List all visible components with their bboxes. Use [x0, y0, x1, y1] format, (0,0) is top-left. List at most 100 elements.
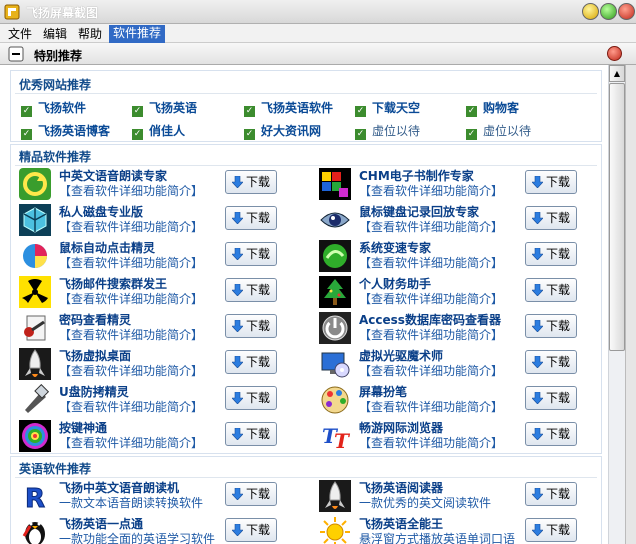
download-button[interactable]: 下载: [225, 278, 277, 302]
download-button[interactable]: 下载: [525, 350, 577, 374]
download-button[interactable]: 下载: [525, 482, 577, 506]
software-desc-link[interactable]: 【查看软件详细功能简介】: [359, 254, 503, 271]
download-button[interactable]: 下载: [225, 350, 277, 374]
radiation-icon: [19, 276, 51, 308]
cube-icon: [19, 204, 51, 236]
download-arrow-icon: [232, 212, 243, 224]
english-section: 英语软件推荐 R 飞扬中英文语音朗读机 一款文本语音朗读转换软件 下载 飞扬英语阅读器一…: [10, 456, 602, 544]
check-icon: ✓: [466, 129, 477, 140]
app-logo-icon: [4, 4, 20, 20]
download-button-label: 下载: [245, 175, 270, 189]
maximize-button[interactable]: [600, 3, 617, 20]
download-button[interactable]: 下载: [525, 206, 577, 230]
svg-text:T: T: [334, 429, 351, 452]
site-link-haoda-news[interactable]: ✓ 好大资讯网: [244, 122, 321, 140]
download-button[interactable]: 下载: [525, 242, 577, 266]
download-button[interactable]: 下载: [525, 278, 577, 302]
software-desc-link[interactable]: 一款文本语音朗读转换软件: [59, 494, 203, 511]
software-desc-link[interactable]: 悬浮窗方式播放英语单词口语: [359, 530, 515, 544]
site-link-qiaojiaren[interactable]: ✓ 俏佳人: [132, 122, 185, 140]
download-button[interactable]: 下载: [525, 170, 577, 194]
close-button[interactable]: [618, 3, 635, 20]
software-desc-link[interactable]: 【查看软件详细功能简介】: [59, 290, 203, 307]
check-icon: ✓: [132, 106, 143, 117]
download-button[interactable]: 下载: [525, 518, 577, 542]
vertical-scrollbar[interactable]: ▲: [608, 65, 625, 544]
software-section: 精品软件推荐 中英文语音朗读专家 【查看软件详细功能简介】 下载 CHM电子书制作专家…: [10, 144, 602, 454]
menu-bar: 文件 编辑 帮助 软件推荐: [0, 24, 636, 43]
menu-edit[interactable]: 编辑: [41, 26, 69, 42]
site-link-feiyang-software[interactable]: ✓ 飞扬软件: [21, 99, 86, 117]
english-section-title: 英语软件推荐: [19, 462, 92, 476]
software-desc-link[interactable]: 【查看软件详细功能简介】: [59, 362, 203, 379]
software-desc-link[interactable]: 【查看软件详细功能简介】: [59, 326, 203, 343]
download-button-label: 下载: [245, 283, 270, 297]
download-button-label: 下载: [545, 211, 570, 225]
download-button-label: 下载: [245, 487, 270, 501]
download-button-label: 下载: [245, 319, 270, 333]
r-letter-icon: R: [19, 480, 51, 512]
software-desc-link[interactable]: 一款功能全面的英语学习软件: [59, 530, 215, 544]
panel-title: 特别推荐: [34, 49, 83, 63]
site-link-vacant[interactable]: ✓ 虚位以待: [466, 122, 531, 140]
download-arrow-icon: [532, 524, 543, 536]
menu-software-recommend[interactable]: 软件推荐: [109, 25, 166, 43]
software-desc-link[interactable]: 【查看软件详细功能简介】: [59, 254, 203, 271]
download-button[interactable]: 下载: [225, 422, 277, 446]
site-link-feiyang-english-software[interactable]: ✓ 飞扬英语软件: [244, 99, 333, 117]
download-button-label: 下载: [545, 523, 570, 537]
download-button[interactable]: 下载: [225, 482, 277, 506]
software-desc-link[interactable]: 【查看软件详细功能简介】: [359, 434, 503, 451]
site-link-shopping[interactable]: ✓ 购物客: [466, 99, 519, 117]
download-button-label: 下载: [245, 427, 270, 441]
download-arrow-icon: [232, 176, 243, 188]
tree-icon: [319, 276, 351, 308]
download-button[interactable]: 下载: [225, 518, 277, 542]
software-desc-link[interactable]: 【查看软件详细功能简介】: [59, 218, 203, 235]
download-button-label: 下载: [545, 427, 570, 441]
download-button[interactable]: 下载: [525, 314, 577, 338]
download-button[interactable]: 下载: [225, 206, 277, 230]
download-button-label: 下载: [245, 355, 270, 369]
site-link-feiyang-english[interactable]: ✓ 飞扬英语: [132, 99, 197, 117]
software-desc-link[interactable]: 【查看软件详细功能简介】: [359, 218, 503, 235]
download-button[interactable]: 下载: [525, 386, 577, 410]
download-button[interactable]: 下载: [225, 386, 277, 410]
download-button[interactable]: 下载: [225, 314, 277, 338]
site-link-download-sky[interactable]: ✓ 下载天空: [355, 99, 420, 117]
site-link-vacant[interactable]: ✓ 虚位以待: [355, 122, 420, 140]
download-button[interactable]: 下载: [225, 242, 277, 266]
menu-help[interactable]: 帮助: [76, 26, 104, 42]
software-desc-link[interactable]: 【查看软件详细功能简介】: [359, 326, 503, 343]
download-arrow-icon: [232, 248, 243, 260]
panel-close-button[interactable]: [607, 46, 622, 61]
software-desc-link[interactable]: 【查看软件详细功能简介】: [59, 434, 203, 451]
check-icon: ✓: [244, 106, 255, 117]
check-icon: ✓: [466, 106, 477, 117]
minimize-button[interactable]: [582, 3, 599, 20]
software-desc-link[interactable]: 【查看软件详细功能简介】: [359, 362, 503, 379]
software-desc-link[interactable]: 【查看软件详细功能简介】: [359, 290, 503, 307]
software-desc-link[interactable]: 一款优秀的英文阅读软件: [359, 494, 491, 511]
svg-text:R: R: [25, 484, 45, 512]
site-link-english-blog[interactable]: ✓ 飞扬英语博客: [21, 122, 110, 140]
scroll-thumb[interactable]: [609, 83, 625, 351]
rocket-icon: [319, 480, 351, 512]
app-window: 飞扬屏幕截图 文件 编辑 帮助 软件推荐 特别推荐 优秀网站推荐 ✓ 飞扬软件 ✓…: [0, 0, 636, 544]
menu-file[interactable]: 文件: [6, 26, 34, 42]
software-desc-link[interactable]: 【查看软件详细功能简介】: [359, 182, 503, 199]
download-button[interactable]: 下载: [525, 422, 577, 446]
download-button[interactable]: 下载: [225, 170, 277, 194]
panel-toggle-icon[interactable]: [8, 46, 24, 62]
power-icon: [319, 312, 351, 344]
title-bar[interactable]: 飞扬屏幕截图: [0, 0, 636, 24]
scroll-up-button[interactable]: ▲: [609, 65, 625, 82]
sites-section: 优秀网站推荐 ✓ 飞扬软件 ✓ 飞扬英语 ✓ 飞扬英语软件 ✓ 下载天空 ✓ 购物客 ✓ 飞…: [10, 70, 602, 142]
software-desc-link[interactable]: 【查看软件详细功能简介】: [59, 182, 203, 199]
software-desc-link[interactable]: 【查看软件详细功能简介】: [359, 398, 503, 415]
software-desc-link[interactable]: 【查看软件详细功能简介】: [59, 398, 203, 415]
download-arrow-icon: [232, 524, 243, 536]
window-title: 飞扬屏幕截图: [26, 6, 99, 20]
download-button-label: 下载: [245, 391, 270, 405]
color-cubes-icon: [319, 168, 351, 200]
